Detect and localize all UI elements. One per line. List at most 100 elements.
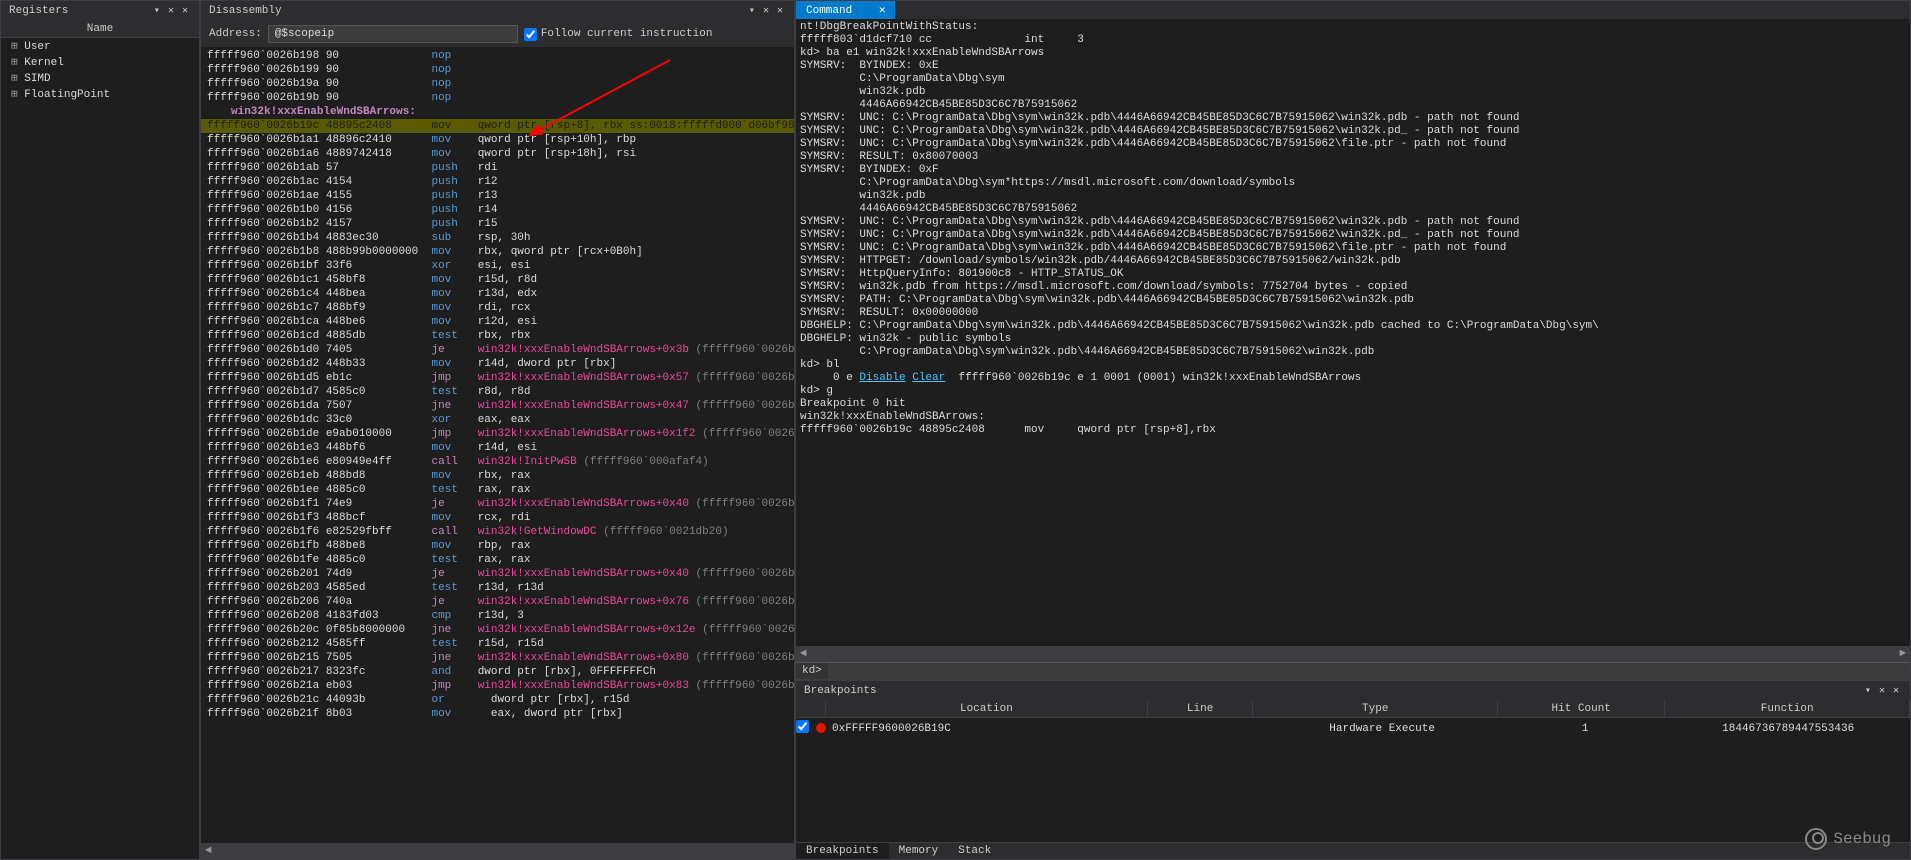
horizontal-scrollbar[interactable]: ► bbox=[796, 646, 1910, 662]
disasm-line[interactable]: fffff960`0026b198 90 nop bbox=[201, 49, 794, 63]
bp-col-location[interactable]: Location bbox=[826, 701, 1148, 717]
address-bar: Address: Follow current instruction bbox=[201, 21, 794, 47]
disasm-line[interactable]: fffff960`0026b1e3 448bf6 mov r14d, esi bbox=[201, 441, 794, 455]
command-output-line: SYMSRV: RESULT: 0x00000000 bbox=[800, 307, 1906, 320]
disasm-line[interactable]: fffff960`0026b1bf 33f6 xor esi, esi bbox=[201, 259, 794, 273]
pin-icon[interactable]: ✕ bbox=[165, 5, 177, 17]
disasm-line[interactable]: fffff960`0026b1d5 eb1c jmp win32k!xxxEna… bbox=[201, 371, 794, 385]
registers-header[interactable]: Registers ▾ ✕ ✕ bbox=[1, 1, 199, 21]
disasm-line[interactable]: fffff960`0026b1b0 4156 push r14 bbox=[201, 203, 794, 217]
horizontal-scrollbar[interactable] bbox=[201, 843, 794, 859]
register-group-kernel[interactable]: Kernel bbox=[1, 54, 199, 70]
pin-icon[interactable]: ✕ bbox=[1876, 685, 1888, 697]
disasm-line[interactable]: fffff960`0026b1a6 4889742418 mov qword p… bbox=[201, 147, 794, 161]
close-icon[interactable]: ✕ bbox=[774, 5, 786, 17]
bp-col-hit[interactable]: Hit Count bbox=[1498, 701, 1665, 717]
disasm-line[interactable]: fffff960`0026b1ac 4154 push r12 bbox=[201, 175, 794, 189]
disasm-line[interactable]: fffff960`0026b1a1 48896c2410 mov qword p… bbox=[201, 133, 794, 147]
register-group-user[interactable]: User bbox=[1, 38, 199, 54]
pin-icon[interactable]: ✕ bbox=[760, 5, 772, 17]
bp-func: 18446736789447553436 bbox=[1666, 723, 1910, 735]
bp-col-func[interactable]: Function bbox=[1665, 701, 1910, 717]
disasm-line[interactable]: fffff960`0026b199 90 nop bbox=[201, 63, 794, 77]
registers-name-column: Name bbox=[1, 21, 199, 38]
watermark: Seebug bbox=[1805, 828, 1891, 850]
tab-stack[interactable]: Stack bbox=[948, 843, 1001, 859]
disasm-line[interactable]: fffff960`0026b1f1 74e9 je win32k!xxxEnab… bbox=[201, 497, 794, 511]
disasm-line[interactable]: fffff960`0026b1f3 488bcf mov rcx, rdi bbox=[201, 511, 794, 525]
command-tab[interactable]: Command ✕ bbox=[796, 1, 895, 19]
command-output-line: C:\ProgramData\Dbg\sym bbox=[800, 73, 1906, 86]
close-icon[interactable]: ✕ bbox=[179, 5, 191, 17]
breakpoints-header[interactable]: Breakpoints ▾ ✕ ✕ bbox=[796, 681, 1910, 701]
disasm-line[interactable]: fffff960`0026b1dc 33c0 xor eax, eax bbox=[201, 413, 794, 427]
clear-link[interactable]: Clear bbox=[912, 372, 945, 384]
disasm-line[interactable]: fffff960`0026b217 8323fc and dword ptr [… bbox=[201, 665, 794, 679]
disasm-line[interactable]: fffff960`0026b215 7505 jne win32k!xxxEna… bbox=[201, 651, 794, 665]
bp-enable-checkbox[interactable] bbox=[796, 720, 809, 733]
bp-col-type[interactable]: Type bbox=[1253, 701, 1498, 717]
disasm-line[interactable]: fffff960`0026b1d7 4585c0 test r8d, r8d bbox=[201, 385, 794, 399]
command-output[interactable]: nt!DbgBreakPointWithStatus:fffff803`d1dc… bbox=[796, 19, 1910, 646]
register-group-simd[interactable]: SIMD bbox=[1, 70, 199, 86]
close-icon[interactable]: ✕ bbox=[1890, 685, 1902, 697]
disasm-line[interactable]: fffff960`0026b1b8 488b99b0000000 mov rbx… bbox=[201, 245, 794, 259]
disasm-line[interactable]: fffff960`0026b1c7 488bf9 mov rdi, rcx bbox=[201, 301, 794, 315]
disasm-line[interactable]: fffff960`0026b21f 8b03 mov eax, dword pt… bbox=[201, 707, 794, 721]
disasm-line[interactable]: fffff960`0026b201 74d9 je win32k!xxxEnab… bbox=[201, 567, 794, 581]
disasm-line[interactable]: fffff960`0026b1ae 4155 push r13 bbox=[201, 189, 794, 203]
command-output-line: SYMSRV: BYINDEX: 0xE bbox=[800, 60, 1906, 73]
address-input[interactable] bbox=[268, 25, 518, 43]
command-pane: Command ✕ nt!DbgBreakPointWithStatus:fff… bbox=[795, 0, 1911, 680]
disasm-line[interactable]: fffff960`0026b1d0 7405 je win32k!xxxEnab… bbox=[201, 343, 794, 357]
disasm-line[interactable]: fffff960`0026b1b2 4157 push r15 bbox=[201, 217, 794, 231]
disasm-line[interactable]: fffff960`0026b19b 90 nop bbox=[201, 91, 794, 105]
follow-checkbox-input[interactable] bbox=[524, 28, 537, 41]
command-output-line: SYMSRV: UNC: C:\ProgramData\Dbg\sym\win3… bbox=[800, 138, 1906, 151]
disasm-line[interactable]: fffff960`0026b21c 44093b or dword ptr [r… bbox=[201, 693, 794, 707]
dropdown-icon[interactable]: ▾ bbox=[1862, 685, 1874, 697]
disasm-line[interactable]: fffff960`0026b206 740a je win32k!xxxEnab… bbox=[201, 595, 794, 609]
command-output-line: win32k!xxxEnableWndSBArrows: bbox=[800, 411, 1906, 424]
register-group-floatingpoint[interactable]: FloatingPoint bbox=[1, 86, 199, 102]
follow-checkbox[interactable]: Follow current instruction bbox=[524, 28, 713, 41]
command-input[interactable] bbox=[828, 663, 1910, 679]
disasm-line[interactable]: fffff960`0026b20c 0f85b8000000 jne win32… bbox=[201, 623, 794, 637]
disasm-line[interactable]: fffff960`0026b1fe 4885c0 test rax, rax bbox=[201, 553, 794, 567]
disasm-line[interactable]: fffff960`0026b1de e9ab010000 jmp win32k!… bbox=[201, 427, 794, 441]
disasm-line[interactable]: fffff960`0026b1ab 57 push rdi bbox=[201, 161, 794, 175]
disasm-line[interactable]: fffff960`0026b1f6 e82529fbff call win32k… bbox=[201, 525, 794, 539]
disasm-line[interactable]: fffff960`0026b19a 90 nop bbox=[201, 77, 794, 91]
disable-link[interactable]: Disable bbox=[859, 372, 905, 384]
registers-pane: Registers ▾ ✕ ✕ Name UserKernelSIMDFloat… bbox=[0, 0, 200, 860]
disasm-line[interactable]: fffff960`0026b212 4585ff test r15d, r15d bbox=[201, 637, 794, 651]
disassembly-body[interactable]: fffff960`0026b198 90 nop fffff960`0026b1… bbox=[201, 47, 794, 843]
disasm-line[interactable]: fffff960`0026b1fb 488be8 mov rbp, rax bbox=[201, 539, 794, 553]
command-output-line: kd> bl bbox=[800, 359, 1906, 372]
disasm-line[interactable]: fffff960`0026b203 4585ed test r13d, r13d bbox=[201, 581, 794, 595]
disasm-line[interactable]: fffff960`0026b1e6 e80949e4ff call win32k… bbox=[201, 455, 794, 469]
disasm-line[interactable]: fffff960`0026b1eb 488bd8 mov rbx, rax bbox=[201, 469, 794, 483]
disasm-line[interactable]: fffff960`0026b1d2 448b33 mov r14d, dword… bbox=[201, 357, 794, 371]
close-icon[interactable]: ✕ bbox=[879, 5, 886, 17]
disasm-line[interactable]: fffff960`0026b1da 7507 jne win32k!xxxEna… bbox=[201, 399, 794, 413]
disasm-line[interactable]: fffff960`0026b1c4 448bea mov r13d, edx bbox=[201, 287, 794, 301]
disasm-line[interactable]: fffff960`0026b21a eb03 jmp win32k!xxxEna… bbox=[201, 679, 794, 693]
disasm-line[interactable]: fffff960`0026b1ca 448be6 mov r12d, esi bbox=[201, 315, 794, 329]
bp-col-line[interactable]: Line bbox=[1148, 701, 1254, 717]
tab-memory[interactable]: Memory bbox=[889, 843, 949, 859]
disassembly-header[interactable]: Disassembly ▾ ✕ ✕ bbox=[201, 1, 794, 21]
disasm-line[interactable]: fffff960`0026b1ee 4885c0 test rax, rax bbox=[201, 483, 794, 497]
tab-breakpoints[interactable]: Breakpoints bbox=[796, 843, 889, 859]
disasm-line[interactable]: fffff960`0026b1b4 4883ec30 sub rsp, 30h bbox=[201, 231, 794, 245]
command-output-line: SYMSRV: win32k.pdb from https://msdl.mic… bbox=[800, 281, 1906, 294]
breakpoint-row[interactable]: 0xFFFFF9600026B19CHardware Execute118446… bbox=[796, 718, 1910, 739]
command-prompt-label: kd> bbox=[796, 663, 828, 679]
disasm-line[interactable]: fffff960`0026b1c1 458bf8 mov r15d, r8d bbox=[201, 273, 794, 287]
dropdown-icon[interactable]: ▾ bbox=[746, 5, 758, 17]
dropdown-icon[interactable]: ▾ bbox=[151, 5, 163, 17]
disasm-line[interactable]: fffff960`0026b19c 48895c2408 mov qword p… bbox=[201, 119, 794, 133]
disasm-line[interactable]: fffff960`0026b1cd 4885db test rbx, rbx bbox=[201, 329, 794, 343]
disassembly-title: Disassembly bbox=[209, 5, 746, 17]
disasm-line[interactable]: fffff960`0026b208 4183fd03 cmp r13d, 3 bbox=[201, 609, 794, 623]
